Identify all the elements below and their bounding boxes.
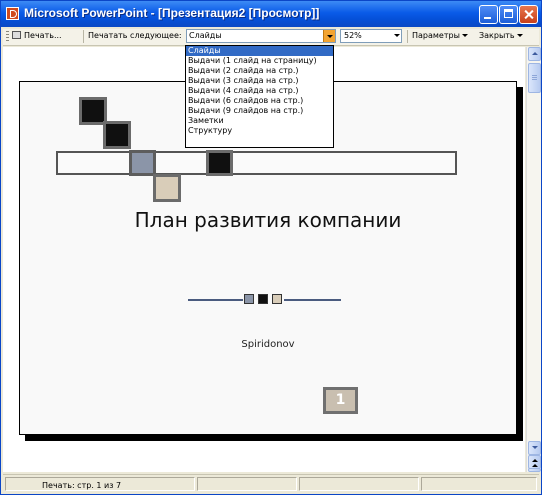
close-preview-button[interactable]: Закрыть <box>479 31 523 40</box>
slide-title: План развития компании <box>134 208 402 232</box>
divider-square-grey <box>244 294 254 304</box>
minimize-button[interactable] <box>479 5 498 24</box>
scroll-down-button[interactable] <box>528 441 541 455</box>
divider-line <box>188 299 243 301</box>
printer-icon <box>12 31 21 39</box>
print-what-value: Слайды <box>189 31 222 40</box>
maximize-button[interactable] <box>499 5 518 24</box>
decor-square-beige <box>153 174 181 202</box>
status-field <box>421 477 537 491</box>
toolbar-separator <box>407 30 408 43</box>
print-button[interactable]: Печать... <box>12 31 62 40</box>
chevron-down-icon <box>516 34 523 40</box>
dropdown-option-notes[interactable]: Заметки <box>186 116 333 126</box>
chevron-down-icon[interactable] <box>323 30 335 42</box>
dropdown-option-handouts-1[interactable]: Выдачи (1 слайд на страницу) <box>186 56 333 66</box>
decor-square-dark <box>206 150 233 176</box>
decor-square-grey <box>129 150 156 176</box>
toolbar-separator <box>83 30 84 43</box>
scrollbar-thumb[interactable] <box>528 63 541 93</box>
dropdown-option-handouts-6[interactable]: Выдачи (6 слайдов на стр.) <box>186 96 333 106</box>
close-window-button[interactable] <box>519 5 538 24</box>
status-bar: Печать: стр. 1 из 7 <box>3 474 539 494</box>
arrow-up-icon <box>532 49 538 55</box>
dropdown-option-slides[interactable]: Слайды <box>186 46 333 56</box>
slide-number-badge: 1 <box>323 387 358 414</box>
chevron-down-icon <box>461 34 468 40</box>
dropdown-option-outline[interactable]: Структуру <box>186 126 333 136</box>
scroll-up-button[interactable] <box>528 47 541 61</box>
dropdown-option-handouts-4[interactable]: Выдачи (4 слайда на стр.) <box>186 86 333 96</box>
print-preview-toolbar: Печать... Печатать следующее: Слайды 52%… <box>3 29 539 46</box>
zoom-value: 52% <box>344 31 362 40</box>
status-field <box>197 477 297 491</box>
powerpoint-app-icon[interactable] <box>6 7 19 20</box>
decor-square-dark <box>103 121 131 149</box>
divider-square-beige <box>272 294 282 304</box>
print-what-dropdown-list[interactable]: Слайды Выдачи (1 слайд на страницу) Выда… <box>185 45 334 148</box>
options-button-label: Параметры <box>412 31 460 40</box>
dropdown-option-handouts-3[interactable]: Выдачи (3 слайда на стр.) <box>186 76 333 86</box>
previous-page-button[interactable] <box>528 455 541 469</box>
print-what-select[interactable]: Слайды <box>186 29 336 43</box>
status-page-info: Печать: стр. 1 из 7 <box>42 481 122 490</box>
next-page-button[interactable] <box>528 468 541 472</box>
divider-square-dark <box>258 294 268 304</box>
close-preview-label: Закрыть <box>479 31 515 40</box>
zoom-select[interactable]: 52% <box>340 29 402 43</box>
slide-subtitle: Spiridonov <box>241 339 295 350</box>
print-button-label: Печать... <box>24 31 62 40</box>
toolbar-grip-handle[interactable] <box>6 31 9 43</box>
options-button[interactable]: Параметры <box>412 31 468 40</box>
status-field <box>299 477 419 491</box>
dropdown-option-handouts-9[interactable]: Выдачи (9 слайдов на стр.) <box>186 106 333 116</box>
title-bar[interactable]: Microsoft PowerPoint - [Презентация2 [Пр… <box>1 1 541 27</box>
divider-line <box>284 299 341 301</box>
powerpoint-window: Microsoft PowerPoint - [Презентация2 [Пр… <box>0 0 542 495</box>
double-arrow-up-icon <box>532 456 538 462</box>
vertical-scrollbar[interactable] <box>526 47 541 472</box>
arrow-down-icon <box>532 446 538 452</box>
decor-band <box>56 151 457 175</box>
print-what-label: Печатать следующее: <box>88 31 182 40</box>
chevron-down-icon[interactable] <box>394 34 400 40</box>
dropdown-option-handouts-2[interactable]: Выдачи (2 слайда на стр.) <box>186 66 333 76</box>
window-title: Microsoft PowerPoint - [Презентация2 [Пр… <box>24 6 320 20</box>
status-field-page: Печать: стр. 1 из 7 <box>5 477 195 491</box>
